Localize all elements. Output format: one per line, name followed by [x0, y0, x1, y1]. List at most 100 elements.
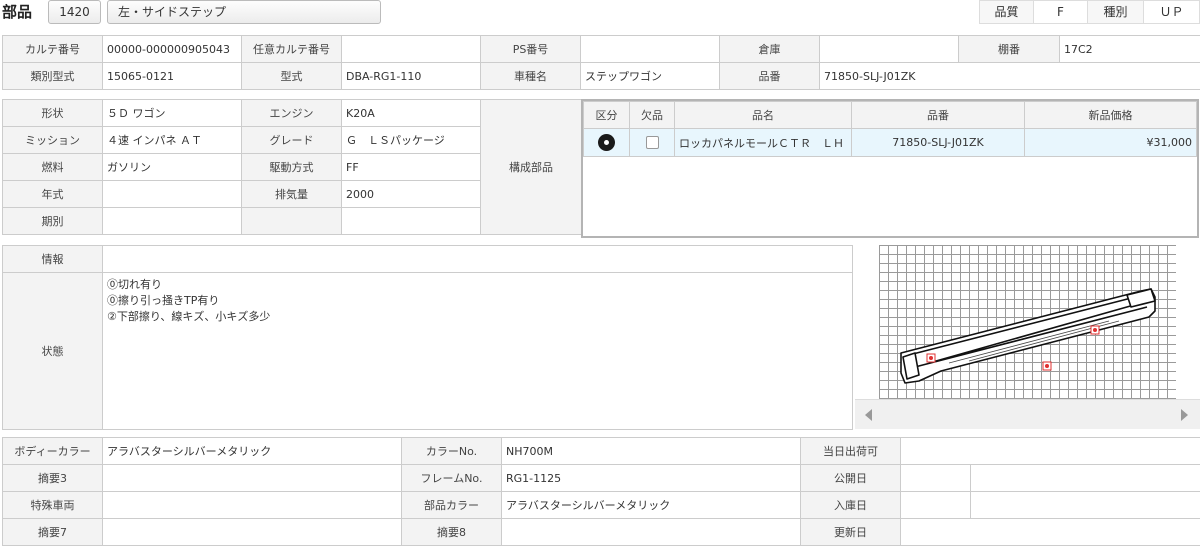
image-scrollbar[interactable] [855, 399, 1200, 429]
year-value [102, 180, 242, 208]
part-color-value: アラバスターシルバーメタリック [501, 491, 801, 519]
scroll-left-icon[interactable] [865, 409, 872, 421]
info-value [102, 245, 853, 273]
col-part-no: 品番 [851, 101, 1025, 129]
stock-date-value [900, 491, 971, 519]
grade-label: グレード [241, 126, 342, 154]
info-table: 情報 状態 ⓪切れ有り ⓪擦り引っ掻きTP有り ②下部擦り、線キズ、小キズ多少 [2, 245, 853, 430]
missing-cell [629, 128, 675, 157]
frame-no-label: フレームNo. [401, 464, 502, 492]
summary3-value [102, 464, 402, 492]
body-color-label: ボディーカラー [2, 437, 103, 465]
mission-label: ミッション [2, 126, 103, 154]
model-class-value: 15065-0121 [102, 62, 242, 90]
basic-info-table: カルテ番号 00000-000000905043 任意カルテ番号 PS番号 倉庫… [2, 35, 1200, 90]
color-no-value: NH700M [501, 437, 801, 465]
engine-label: エンジン [241, 99, 342, 127]
summary7-value [102, 518, 402, 546]
quality-label: 品質 [979, 0, 1034, 24]
part-name-cell: ロッカパネルモールＣＴＲ ＬＨ [674, 128, 852, 157]
frame-no-value: RG1-1125 [501, 464, 801, 492]
components-label: 構成部品 [480, 99, 582, 235]
engine-value: K20A [341, 99, 481, 127]
col-new-price: 新品価格 [1024, 101, 1197, 129]
drive-value: FF [341, 153, 481, 181]
state-line-1: ⓪切れ有り [107, 278, 162, 291]
car-name-value: ステップワゴン [580, 62, 720, 90]
fuel-value: ガソリン [102, 153, 242, 181]
summary8-value [501, 518, 801, 546]
period-label: 期別 [2, 207, 103, 235]
shape-label: 形状 [2, 99, 103, 127]
displacement-value: 2000 [341, 180, 481, 208]
optional-karte-label: 任意カルテ番号 [241, 35, 342, 63]
summary8-label: 摘要8 [401, 518, 502, 546]
category-cell [583, 128, 630, 157]
specs-table: 形状 ５Ｄ ワゴン エンジン K20A 構成部品 ミッション ４速 インパネ Ａ… [2, 99, 582, 235]
period-value [102, 207, 242, 235]
karte-value: 00000-000000905043 [102, 35, 242, 63]
page-title: 部品 [2, 3, 33, 21]
shelf-label: 棚番 [958, 35, 1060, 63]
special-vehicle-label: 特殊車両 [2, 491, 103, 519]
empty-value [341, 207, 481, 235]
stock-date-extra [970, 491, 1200, 519]
type-value: ＵＰ [1143, 0, 1200, 24]
body-color-value: アラバスターシルバーメタリック [102, 437, 402, 465]
cd-disc-icon [598, 134, 615, 151]
table-row[interactable]: ロッカパネルモールＣＴＲ ＬＨ 71850-SLJ-J01ZK ¥31,000 [583, 128, 1197, 157]
displacement-label: 排気量 [241, 180, 342, 208]
part-code-field[interactable]: 1420 [48, 0, 101, 24]
part-no-label: 品番 [719, 62, 820, 90]
year-label: 年式 [2, 180, 103, 208]
part-image-panel [855, 245, 1200, 429]
summary7-label: 摘要7 [2, 518, 103, 546]
side-step-drawing-icon [900, 288, 1156, 384]
ps-value [580, 35, 720, 63]
car-name-label: 車種名 [480, 62, 581, 90]
part-no-value: 71850-SLJ-J01ZK [819, 62, 1200, 90]
model-class-label: 類別型式 [2, 62, 103, 90]
part-no-cell: 71850-SLJ-J01ZK [851, 128, 1025, 157]
model-label: 型式 [241, 62, 342, 90]
ship-today-label: 当日出荷可 [800, 437, 901, 465]
state-value: ⓪切れ有り ⓪擦り引っ掻きTP有り ②下部擦り、線キズ、小キズ多少 [102, 272, 853, 430]
public-date-label: 公開日 [800, 464, 901, 492]
part-name-field[interactable]: 左・サイドステップ [107, 0, 381, 24]
shelf-value: 17C2 [1059, 35, 1200, 63]
color-no-label: カラーNo. [401, 437, 502, 465]
state-line-2: ⓪擦り引っ掻きTP有り [107, 294, 220, 307]
optional-karte-value [341, 35, 481, 63]
public-date-value [900, 464, 971, 492]
components-panel: 区分 欠品 品名 品番 新品価格 ロッカパネルモールＣＴＲ ＬＨ 71850-S… [581, 99, 1199, 238]
empty-label [241, 207, 342, 235]
drive-label: 駆動方式 [241, 153, 342, 181]
grade-value: Ｇ ＬＳパッケージ [341, 126, 481, 154]
fuel-label: 燃料 [2, 153, 103, 181]
missing-checkbox[interactable] [645, 136, 659, 150]
col-missing: 欠品 [629, 101, 675, 129]
info-label: 情報 [2, 245, 103, 273]
col-name: 品名 [674, 101, 852, 129]
warehouse-value [819, 35, 959, 63]
public-date-extra [970, 464, 1200, 492]
scroll-right-icon[interactable] [1181, 409, 1188, 421]
type-label: 種別 [1087, 0, 1144, 24]
warehouse-label: 倉庫 [719, 35, 820, 63]
special-vehicle-value [102, 491, 402, 519]
karte-label: カルテ番号 [2, 35, 103, 63]
update-date-value [900, 518, 1200, 546]
mission-value: ４速 インパネ ＡＴ [102, 126, 242, 154]
ps-label: PS番号 [480, 35, 581, 63]
price-cell: ¥31,000 [1024, 128, 1197, 157]
model-value: DBA-RG1-110 [341, 62, 481, 90]
col-category: 区分 [583, 101, 630, 129]
bottom-info-table: ボディーカラー アラバスターシルバーメタリック カラーNo. NH700M 当日… [2, 437, 1200, 546]
part-color-label: 部品カラー [401, 491, 502, 519]
ship-today-value [900, 437, 1200, 465]
shape-value: ５Ｄ ワゴン [102, 99, 242, 127]
summary3-label: 摘要3 [2, 464, 103, 492]
components-table: 区分 欠品 品名 品番 新品価格 ロッカパネルモールＣＴＲ ＬＨ 71850-S… [583, 101, 1197, 157]
update-date-label: 更新日 [800, 518, 901, 546]
quality-value: F [1033, 0, 1088, 24]
